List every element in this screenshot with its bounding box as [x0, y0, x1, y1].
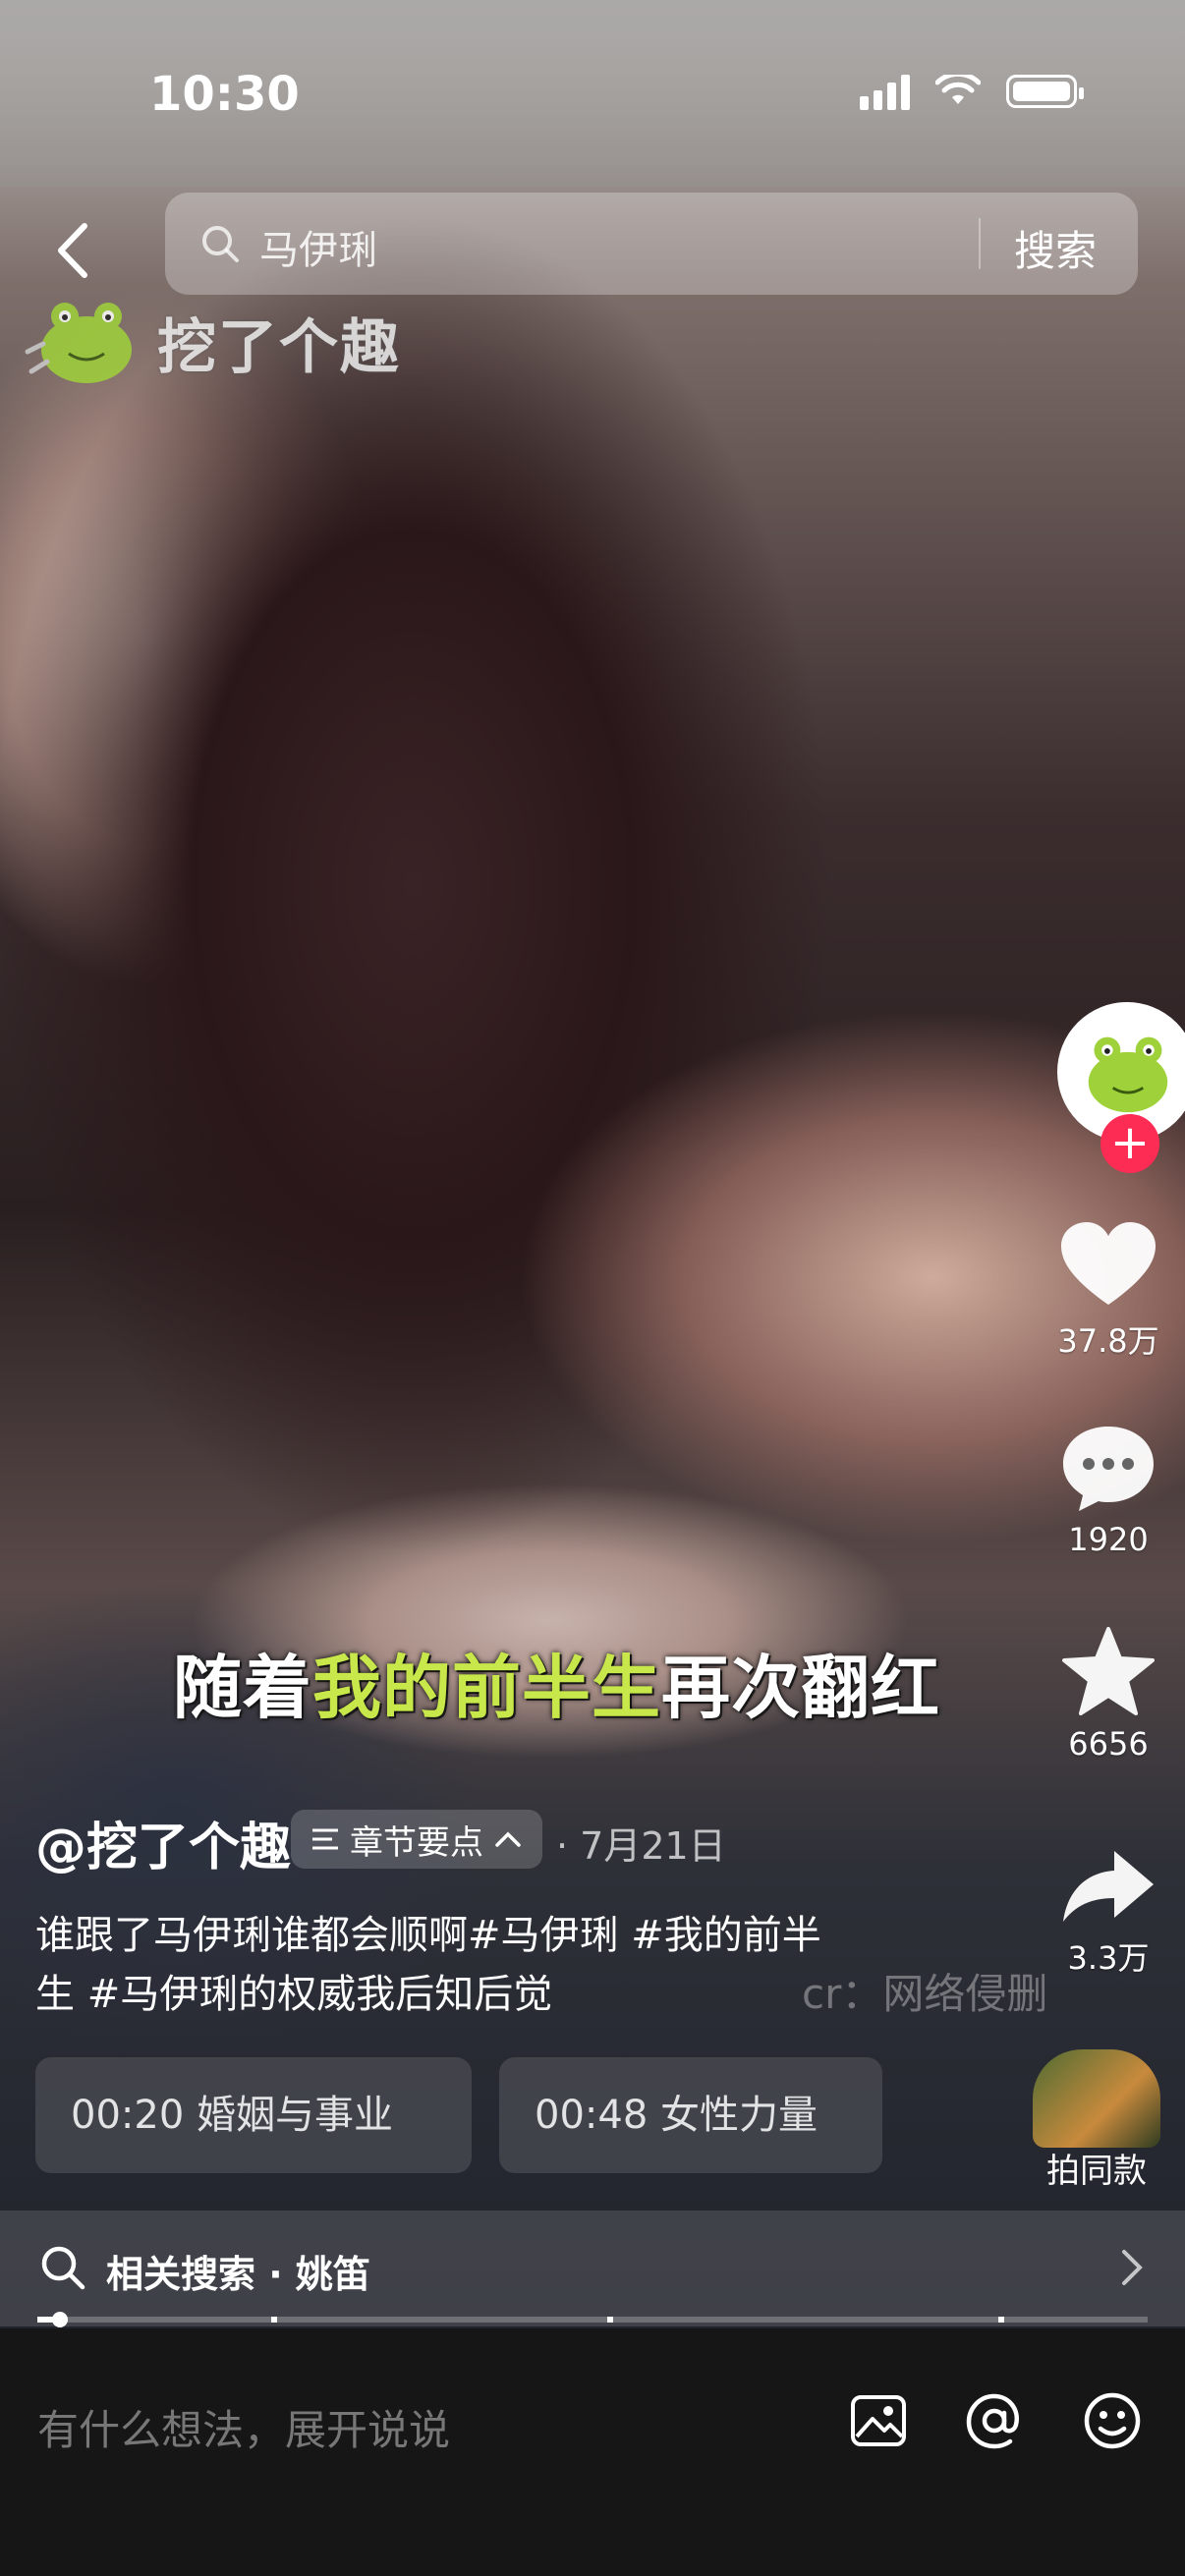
chapter-marker [998, 2317, 1004, 2323]
chapter-item[interactable]: 00:48 女性力量 [499, 2057, 882, 2173]
subtitle-after: 再次翻红 [661, 1648, 940, 1728]
caption-line: 谁跟了马伊琍谁都会顺啊#马伊琍 #我的前半 [35, 1913, 821, 1958]
search-icon [41, 2246, 85, 2290]
chapter-toggle[interactable]: 章节要点 [291, 1810, 542, 1869]
subtitle-before: 随着 [173, 1648, 312, 1728]
comment-input[interactable]: 有什么想法，展开说说 [37, 2397, 450, 2457]
comment-bar: 有什么想法，展开说说 [0, 2328, 1185, 2576]
status-bar: 10:30 [0, 0, 1185, 187]
chevron-right-icon [1122, 2250, 1143, 2285]
frog-logo-icon [25, 303, 132, 383]
search-input[interactable]: 马伊琍 [259, 218, 377, 275]
like-button[interactable]: 37.8万 [1049, 1220, 1167, 1362]
chapter-item[interactable]: 00:20 婚姻与事业 [35, 2057, 472, 2173]
search-button[interactable]: 搜索 [1014, 218, 1097, 278]
heart-icon [1061, 1222, 1156, 1305]
same-style-button[interactable]: 拍同款 [1028, 2049, 1165, 2192]
progress-handle[interactable] [51, 2312, 68, 2327]
favorite-count: 6656 [1068, 1725, 1149, 1763]
list-icon [312, 1828, 338, 1850]
chevron-up-icon [495, 1831, 521, 1847]
chapter-marker [271, 2317, 277, 2323]
same-style-label: 拍同款 [1046, 2152, 1147, 2191]
comment-count: 1920 [1068, 1521, 1149, 1558]
chapter-marker [607, 2317, 613, 2323]
cellular-signal-icon [860, 73, 910, 110]
comment-icon [1063, 1427, 1154, 1511]
back-icon[interactable] [47, 216, 98, 285]
video-progress-bar[interactable] [37, 2312, 1148, 2327]
related-search-label: 相关搜索 · 姚笛 [106, 2253, 370, 2296]
same-style-thumbnail [1033, 2049, 1160, 2148]
follow-button[interactable]: + [1100, 1114, 1159, 1173]
favorite-button[interactable]: 6656 [1049, 1625, 1167, 1763]
chapter-toggle-label: 章节要点 [350, 1822, 483, 1863]
author-name[interactable]: @挖了个趣 [35, 1806, 291, 1879]
like-count: 37.8万 [1057, 1322, 1159, 1360]
subtitle-highlight: 我的前半生 [312, 1648, 661, 1728]
wifi-icon [935, 75, 981, 104]
search-icon [202, 226, 239, 262]
video-subtitle: 随着我的前半生再次翻红 [173, 1633, 940, 1732]
status-icons [860, 73, 1084, 110]
post-date: · 7月21日 [556, 1824, 726, 1868]
watermark-text: 挖了个趣 [157, 312, 401, 382]
status-time: 10:30 [149, 67, 300, 122]
battery-icon [1006, 75, 1084, 108]
share-button[interactable]: 3.3万 [1049, 1847, 1167, 1979]
channel-watermark: 挖了个趣 [18, 293, 401, 391]
share-count: 3.3万 [1067, 1939, 1150, 1977]
image-icon[interactable] [847, 2389, 910, 2452]
search-divider [979, 218, 981, 269]
caption-line: 生 #马伊琍的权威我后知后觉 [35, 1972, 553, 2017]
credit-watermark: cr：网络侵删 [802, 1970, 1048, 2018]
at-icon[interactable] [963, 2389, 1026, 2452]
post-caption[interactable]: 谁跟了马伊琍谁都会顺啊#马伊琍 #我的前半 生 #马伊琍的权威我后知后觉 [35, 1906, 920, 2024]
emoji-icon[interactable] [1081, 2389, 1144, 2452]
share-icon [1063, 1851, 1154, 1922]
star-icon [1062, 1627, 1155, 1715]
comment-button[interactable]: 1920 [1049, 1423, 1167, 1558]
related-search-bar[interactable]: 相关搜索 · 姚笛 [0, 2211, 1185, 2326]
search-bar[interactable]: 马伊琍 搜索 [165, 193, 1138, 295]
